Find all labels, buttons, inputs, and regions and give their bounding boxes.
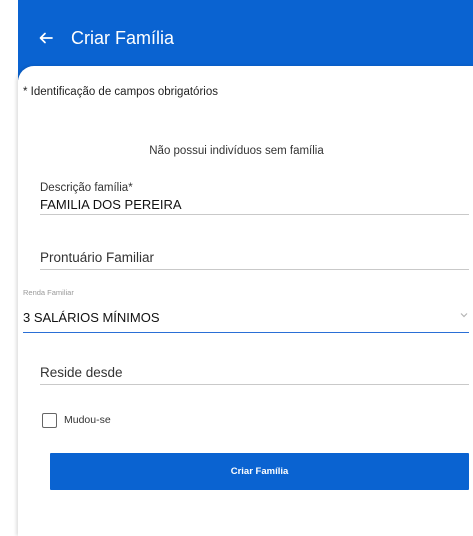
prontuario-familiar-underline — [40, 269, 469, 270]
chevron-down-icon[interactable] — [459, 310, 469, 320]
renda-familiar-value: 3 SALÁRIOS MÍNIMOS — [23, 310, 160, 325]
no-individuals-message: Não possui indivíduos sem família — [149, 145, 324, 157]
mudou-se-checkbox[interactable] — [42, 413, 57, 428]
renda-familiar-select[interactable]: Renda Familiar 3 SALÁRIOS MÍNIMOS — [23, 288, 469, 334]
criar-familia-button[interactable]: Criar Família — [50, 453, 469, 490]
descricao-familia-value: FAMILIA DOS PEREIRA — [40, 197, 182, 212]
renda-familiar-underline — [23, 332, 469, 333]
prontuario-familiar-field[interactable]: Prontuário Familiar — [40, 250, 469, 272]
mudou-se-label[interactable]: Mudou-se — [64, 414, 111, 426]
renda-familiar-label: Renda Familiar — [23, 288, 74, 297]
prontuario-familiar-placeholder: Prontuário Familiar — [40, 250, 155, 265]
required-fields-note: * Identificação de campos obrigatórios — [23, 86, 218, 98]
reside-desde-underline — [40, 384, 469, 385]
arrow-left-icon[interactable] — [38, 30, 54, 46]
descricao-familia-underline — [40, 214, 469, 215]
reside-desde-field[interactable]: Reside desde — [40, 365, 469, 387]
reside-desde-placeholder: Reside desde — [40, 365, 123, 380]
page-title: Criar Família — [71, 28, 175, 48]
descricao-familia-label: Descrição família* — [40, 182, 133, 194]
descricao-familia-field[interactable]: Descrição família* FAMILIA DOS PEREIRA — [40, 182, 469, 216]
